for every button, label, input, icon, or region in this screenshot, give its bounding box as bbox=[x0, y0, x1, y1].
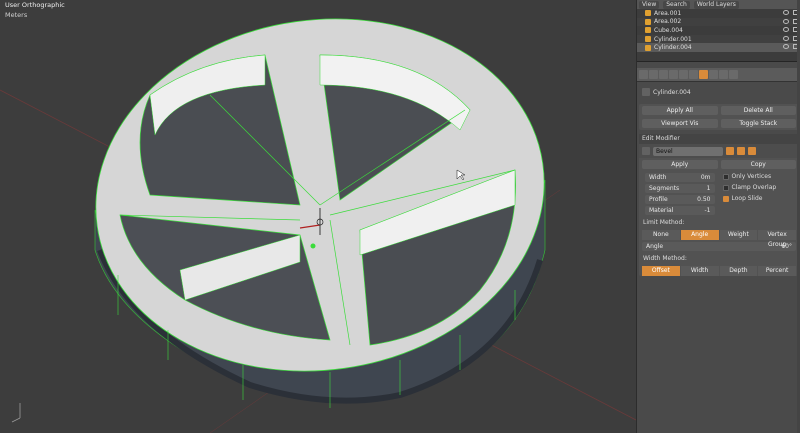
3d-viewport[interactable]: User Orthographic Meters bbox=[0, 0, 636, 433]
checkbox-checked-icon bbox=[722, 195, 729, 202]
mesh-scene bbox=[0, 18, 636, 433]
layers-tab-icon[interactable] bbox=[649, 70, 658, 79]
world-tab-icon[interactable] bbox=[669, 70, 678, 79]
width-offset-option[interactable]: Offset bbox=[642, 266, 680, 276]
outliner-layers-menu[interactable]: World Layers bbox=[693, 0, 739, 9]
edit-mode-icon[interactable] bbox=[726, 147, 734, 155]
width-width-option[interactable]: Width bbox=[680, 266, 719, 276]
eye-icon[interactable] bbox=[783, 10, 789, 15]
outliner: View Search World Layers Area.001 Area.0… bbox=[637, 0, 800, 62]
segments-label: Segments bbox=[649, 185, 680, 192]
modifier-toolbar: Apply All Delete All Viewport Vis Toggle… bbox=[639, 104, 799, 130]
clamp-overlap-label: Clamp Overlap bbox=[731, 184, 777, 191]
constraints-tab-icon[interactable] bbox=[689, 70, 698, 79]
modifier-header: Bevel bbox=[639, 144, 799, 158]
material-tab-icon[interactable] bbox=[719, 70, 728, 79]
outliner-item-label: Area.002 bbox=[654, 18, 682, 26]
checkbox-icon bbox=[722, 173, 729, 180]
modifier-name-field[interactable]: Bevel bbox=[653, 146, 723, 156]
texture-tab-icon[interactable] bbox=[729, 70, 738, 79]
width-method-label: Width Method: bbox=[643, 255, 687, 262]
toggle-stack-button[interactable]: Toggle Stack bbox=[720, 119, 796, 128]
outliner-item-label: Cylinder.004 bbox=[654, 44, 692, 52]
mesh-icon bbox=[645, 36, 651, 43]
clamp-overlap-checkbox[interactable]: Clamp Overlap bbox=[721, 182, 797, 193]
outliner-item[interactable]: Cube.004 bbox=[637, 26, 800, 35]
properties-tabs bbox=[637, 68, 800, 82]
material-field[interactable]: Material -1 bbox=[645, 206, 715, 215]
eye-icon[interactable] bbox=[783, 44, 789, 50]
pin-icon[interactable] bbox=[642, 88, 650, 96]
outliner-view-menu[interactable]: View bbox=[639, 0, 660, 9]
viewport-vis-button[interactable]: Viewport Vis bbox=[642, 119, 718, 128]
viewport-icon[interactable] bbox=[737, 147, 745, 155]
loop-slide-checkbox[interactable]: Loop Slide bbox=[721, 193, 797, 204]
apply-all-button[interactable]: Apply All bbox=[642, 106, 718, 115]
edit-modifier-panel: Edit Modifier Bevel Apply Copy Width 0m S… bbox=[639, 134, 799, 276]
outliner-item-label: Cube.004 bbox=[654, 26, 683, 34]
angle-value: 60° bbox=[781, 243, 792, 250]
properties-editor: Cylinder.004 Apply All Delete All Viewpo… bbox=[637, 68, 800, 433]
breadcrumb: Cylinder.004 bbox=[637, 82, 800, 102]
scene-tab-icon[interactable] bbox=[659, 70, 668, 79]
profile-field[interactable]: Profile 0.50 bbox=[645, 195, 715, 204]
width-value: 0m bbox=[700, 174, 711, 181]
breadcrumb-object: Cylinder.004 bbox=[653, 88, 691, 96]
segments-field[interactable]: Segments 1 bbox=[645, 184, 715, 193]
eye-icon[interactable] bbox=[783, 27, 789, 33]
width-field[interactable]: Width 0m bbox=[645, 173, 715, 182]
data-tab-icon[interactable] bbox=[709, 70, 718, 79]
profile-value: 0.50 bbox=[697, 196, 711, 203]
expand-icon[interactable] bbox=[642, 147, 650, 155]
width-method-selector: Offset Width Depth Percent bbox=[642, 266, 796, 276]
angle-label: Angle bbox=[646, 243, 664, 250]
material-label: Material bbox=[649, 207, 674, 214]
mesh-icon bbox=[645, 27, 651, 34]
right-panel: View Search World Layers Area.001 Area.0… bbox=[636, 0, 800, 433]
render-tab-icon[interactable] bbox=[639, 70, 648, 79]
lamp-icon bbox=[645, 10, 651, 17]
loop-slide-label: Loop Slide bbox=[731, 195, 763, 202]
only-vertices-label: Only Vertices bbox=[731, 173, 772, 180]
viewport-units: Meters bbox=[5, 11, 28, 19]
modifiers-tab-icon[interactable] bbox=[699, 70, 708, 79]
outliner-item[interactable]: Area.001 bbox=[637, 9, 800, 18]
limit-method-selector: None Angle Weight Vertex Group bbox=[642, 230, 796, 248]
outliner-item[interactable]: Area.002 bbox=[637, 17, 800, 27]
limit-weight-option[interactable]: Weight bbox=[719, 230, 758, 240]
limit-vertex-group-option[interactable]: Vertex Group bbox=[758, 230, 796, 248]
eye-icon[interactable] bbox=[783, 18, 789, 24]
only-vertices-checkbox[interactable]: Only Vertices bbox=[721, 171, 797, 182]
limit-none-option[interactable]: None bbox=[642, 230, 680, 240]
outliner-header: View Search World Layers bbox=[637, 0, 800, 9]
mesh-icon bbox=[645, 44, 651, 51]
material-value: -1 bbox=[704, 207, 711, 214]
eye-icon[interactable] bbox=[783, 35, 789, 41]
delete-all-button[interactable]: Delete All bbox=[720, 106, 796, 115]
copy-button[interactable]: Copy bbox=[720, 160, 796, 169]
lamp-icon bbox=[645, 18, 651, 25]
width-label: Width bbox=[649, 174, 667, 181]
outliner-item-label: Cylinder.001 bbox=[654, 35, 692, 43]
render-icon[interactable] bbox=[748, 147, 756, 155]
apply-button[interactable]: Apply bbox=[642, 160, 718, 169]
limit-angle-option[interactable]: Angle bbox=[680, 230, 719, 240]
outliner-item-selected[interactable]: Cylinder.004 bbox=[637, 43, 800, 52]
section-header[interactable]: Edit Modifier bbox=[639, 134, 799, 144]
viewport-title: User Orthographic bbox=[5, 1, 65, 9]
width-depth-option[interactable]: Depth bbox=[719, 266, 758, 276]
profile-label: Profile bbox=[649, 196, 668, 203]
object-tab-icon[interactable] bbox=[679, 70, 688, 79]
outliner-item[interactable]: Cylinder.001 bbox=[637, 34, 800, 44]
checkbox-icon bbox=[722, 184, 729, 191]
width-percent-option[interactable]: Percent bbox=[758, 266, 796, 276]
axis-widget-icon bbox=[11, 403, 21, 423]
limit-method-label: Limit Method: bbox=[643, 219, 685, 226]
outliner-search-menu[interactable]: Search bbox=[663, 0, 690, 9]
segments-value: 1 bbox=[706, 185, 711, 192]
outliner-item-label: Area.001 bbox=[654, 9, 682, 17]
